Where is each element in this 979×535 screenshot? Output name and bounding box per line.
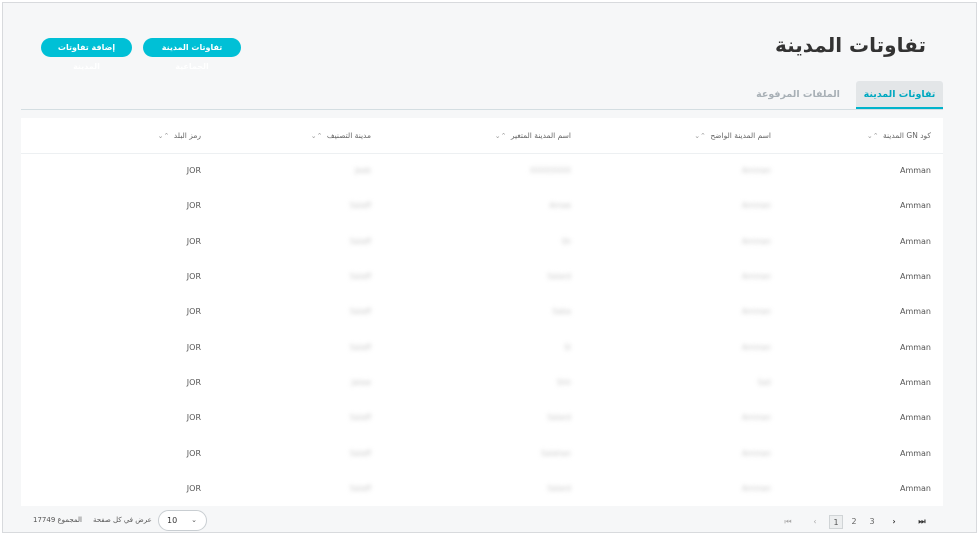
table-cell: Amman [899,342,931,352]
table-cell: JOR [186,483,201,493]
per-page-label: عرض في كل صفحة [93,516,152,524]
column-header-variant-name[interactable]: اسم المدينة المتغير ⌃⌄ [383,118,583,154]
prev-page-icon[interactable]: ‹ [808,515,822,529]
table-row[interactable]: Amman Amman Salard Salaff JOR [21,259,943,294]
table-cell: XXXXXXXX [529,166,571,176]
table-cell: Amman [741,413,771,423]
table-cell: Salaff [349,413,371,423]
app-frame: تفاوتات المدينة تفاوتات المدينة الجماعية… [2,2,977,533]
table-cell: Jaab [354,166,371,176]
table-cell: Salaff [349,236,371,246]
column-header-country-code[interactable]: رمز البلد ⌃⌄ [21,118,213,154]
page-title: تفاوتات المدينة [774,33,926,57]
table-cell: Amman [741,448,771,458]
sort-icon[interactable]: ⌃⌄ [694,132,706,140]
table-cell: Amman [741,236,771,246]
column-header-classification[interactable]: مدينة التصنيف ⌃⌄ [213,118,383,154]
table-cell: JOR [186,377,201,387]
table-cell: Amman [899,483,931,493]
table-footer: المجموع 17749 عرض في كل صفحة 10 ⌄ ⏭ › 3 … [3,508,976,534]
table-cell: Amman [741,342,771,352]
table-cell: JOR [186,342,201,352]
table-cell: Amman [899,448,931,458]
table-cell: Jalaw [351,377,371,387]
table-cell: Salaff [349,342,371,352]
table-cell: Amman [741,307,771,317]
page-2-button[interactable]: 2 [847,515,861,529]
bulk-city-variants-button[interactable]: تفاوتات المدينة الجماعية [143,38,241,71]
table-row[interactable]: Amman Amman Salahan Salaff JOR [21,435,943,470]
table-cell: JOR [186,166,201,176]
table-row[interactable]: Amman Amman Saba Salaff JOR [21,294,943,329]
table-cell: JOR [186,448,201,458]
table-cell: JOR [186,201,201,211]
table-cell: JOR [186,307,201,317]
table-cell: JOR [186,272,201,282]
total-count: المجموع 17749 [33,516,82,524]
tab-city-variants[interactable]: تفاوتات المدينة [856,81,943,109]
table-cell: Sh [561,236,571,246]
first-page-icon[interactable]: ⏮ [781,515,795,529]
table-cell: Salahan [540,448,571,458]
table-cell: Amman [899,166,931,176]
table-cell: Salaff [349,201,371,211]
table-header-row: كود GN المدينة ⌃⌄ اسم المدينة الواضح ⌃⌄ … [21,118,943,154]
sort-icon[interactable]: ⌃⌄ [311,132,323,140]
chevron-down-icon: ⌄ [191,516,197,524]
table-cell: Salard [547,483,571,493]
table-cell: Amman [899,201,931,211]
table-cell: Salaff [349,448,371,458]
table-cell: Shh [556,377,571,387]
table-row[interactable]: Amman Amman Salard Salaff JOR [21,471,943,506]
table-cell: Salard [547,413,571,423]
table-cell: Amman [899,272,931,282]
tab-uploaded-files[interactable]: الملفات المرفوعة [753,81,843,109]
table-row[interactable]: Amman Amman Sl Salaff JOR [21,329,943,364]
tabs-bar: تفاوتات المدينة الملفات المرفوعة [21,81,943,110]
table-cell: Amman [899,236,931,246]
last-page-icon[interactable]: ⏭ [915,515,929,529]
sort-icon[interactable]: ⌃⌄ [867,132,879,140]
table-cell: Saba [552,307,571,317]
sort-icon[interactable]: ⌃⌄ [495,132,507,140]
table-cell: Amman [899,307,931,317]
next-page-icon[interactable]: › [887,515,901,529]
data-table: كود GN المدينة ⌃⌄ اسم المدينة الواضح ⌃⌄ … [21,118,943,506]
table-cell: Amman [741,272,771,282]
table-cell: Amman [741,483,771,493]
table-cell: JOR [186,236,201,246]
table-cell: Amman [741,166,771,176]
table-cell: Amman [741,201,771,211]
table-row[interactable]: Amman Amman Amae Salaff JOR [21,188,943,223]
table-cell: Salaff [349,272,371,282]
table-cell: Amman [899,377,931,387]
table-cell: JOR [186,413,201,423]
table-row[interactable]: Amman Amman XXXXXXXX Jaab JOR [21,153,943,188]
table-row[interactable]: Amman Amman Salard Salaff JOR [21,400,943,435]
table-cell: Amae [549,201,571,211]
page-3-button[interactable]: 3 [865,515,879,529]
table-row[interactable]: Amman Sail Shh Jalaw JOR [21,365,943,400]
column-header-clear-name[interactable]: اسم المدينة الواضح ⌃⌄ [583,118,783,154]
per-page-value: 10 [167,516,178,525]
table-cell: Amman [899,413,931,423]
add-city-variant-button[interactable]: إضافة تفاوتات المدينة [41,38,132,71]
table-cell: Sl [564,342,571,352]
table-row[interactable]: Amman Amman Sh Salaff JOR [21,224,943,259]
table-cell: Salard [547,272,571,282]
column-header-gn-code[interactable]: كود GN المدينة ⌃⌄ [783,118,943,154]
table-cell: Sail [757,377,771,387]
per-page-select[interactable]: 10 ⌄ [158,510,207,531]
sort-icon[interactable]: ⌃⌄ [158,132,170,140]
page-1-button[interactable]: 1 [829,515,843,529]
table-cell: Salaff [349,483,371,493]
table-cell: Salaff [349,307,371,317]
